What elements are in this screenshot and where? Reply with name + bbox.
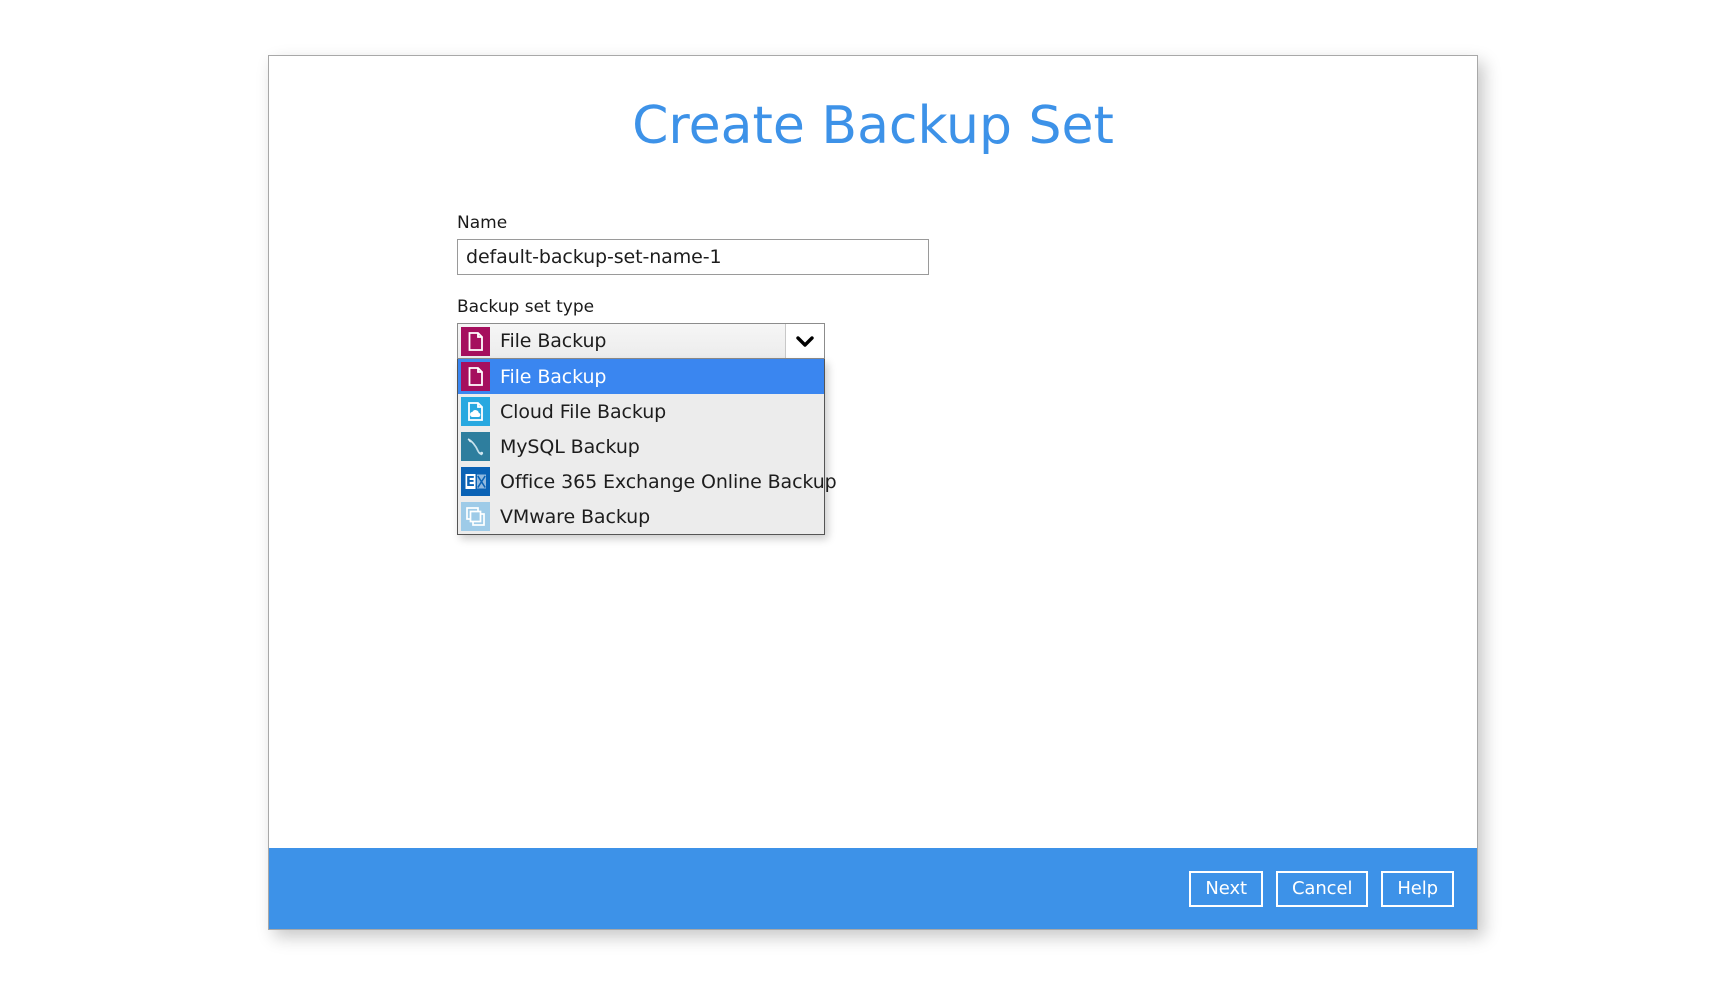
dropdown-option-file-backup[interactable]: File Backup [458, 359, 824, 394]
next-button[interactable]: Next [1189, 870, 1263, 907]
dropdown-option-label: Cloud File Backup [500, 400, 667, 423]
cloud-file-backup-icon [459, 395, 492, 428]
dropdown-option-office365-exchange-online-backup[interactable]: E Office 365 Exchange Online Backup [458, 464, 837, 499]
form-spacer [457, 275, 1057, 297]
dialog-footer: Next Cancel Help [269, 848, 1477, 929]
vmware-backup-icon [459, 500, 492, 533]
name-input[interactable] [457, 239, 929, 275]
name-field-label: Name [457, 213, 508, 233]
help-button[interactable]: Help [1381, 870, 1454, 907]
backup-set-type-combobox[interactable]: File Backup [457, 323, 825, 359]
backup-set-type-dropdown-list[interactable]: File Backup Cloud File Backup MySQL Back… [457, 359, 837, 535]
file-backup-icon [459, 360, 492, 393]
page-title: Create Backup Set [632, 96, 1114, 156]
backup-set-type-combobox-wrapper: File Backup File Backup Cloud File Backu… [457, 323, 837, 535]
form-area: Name Backup set type F [457, 213, 1057, 535]
dropdown-option-cloud-file-backup[interactable]: Cloud File Backup [458, 394, 824, 429]
dropdown-option-label: VMware Backup [500, 505, 651, 528]
dropdown-option-label: File Backup [500, 365, 607, 388]
dropdown-option-label: MySQL Backup [500, 435, 640, 458]
cancel-button[interactable]: Cancel [1275, 870, 1369, 907]
chevron-down-icon[interactable] [785, 324, 824, 358]
dialog-body: Create Backup Set Name Backup set type [269, 56, 1477, 848]
dropdown-option-vmware-backup[interactable]: VMware Backup [458, 499, 824, 534]
screen: Create Backup Set Name Backup set type [0, 0, 1728, 1008]
office365-exchange-online-backup-icon: E [459, 465, 492, 498]
svg-text:E: E [466, 475, 475, 490]
mysql-backup-icon [459, 430, 492, 463]
dropdown-option-mysql-backup[interactable]: MySQL Backup [458, 429, 824, 464]
dropdown-option-label: Office 365 Exchange Online Backup [500, 470, 837, 493]
create-backup-set-dialog: Create Backup Set Name Backup set type [268, 55, 1478, 930]
backup-set-type-selected-value: File Backup [500, 330, 607, 352]
backup-set-type-label: Backup set type [457, 297, 595, 317]
file-backup-icon [458, 324, 492, 358]
